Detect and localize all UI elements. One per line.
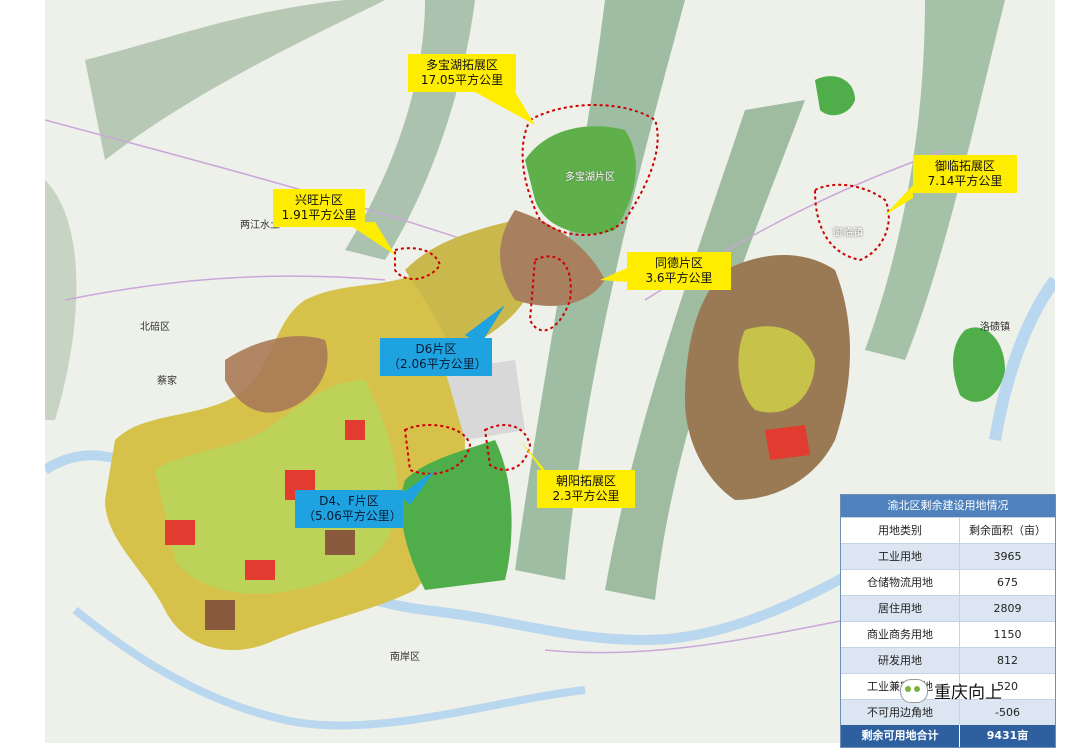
table-row: 商业商务用地 1150: [841, 621, 1055, 647]
table-cell-area: 812: [997, 654, 1018, 667]
table-cell-category: 工业用地: [841, 544, 960, 569]
callout-chaoyang: 朝阳拓展区 2.3平方公里: [537, 470, 635, 508]
callout-yulin-area: 7.14平方公里: [927, 174, 1003, 188]
callout-tongde-area: 3.6平方公里: [645, 271, 713, 285]
callout-chaoyang-name: 朝阳拓展区: [555, 474, 616, 488]
callout-tongde-name: 同德片区: [654, 256, 703, 270]
table-cell-category: 居住用地: [841, 596, 960, 621]
callout-xingwang: 兴旺片区 1.91平方公里: [273, 189, 365, 227]
land-use-table: 渝北区剩余建设用地情况 用地类别 剩余面积（亩） 工业用地 3965 仓储物流用…: [840, 494, 1056, 748]
urban-block-red: [765, 425, 810, 460]
callout-tongde: 同德片区 3.6平方公里: [627, 252, 731, 290]
table-total-label: 剩余可用地合计: [841, 725, 960, 747]
table-row: 研发用地 812: [841, 647, 1055, 673]
place-label-caijia: 蔡家: [157, 376, 177, 387]
callout-chaoyang-area: 2.3平方公里: [552, 489, 620, 503]
callout-duobaohu-name: 多宝湖拓展区: [425, 58, 498, 72]
table-total-value: 9431亩: [986, 729, 1029, 742]
table-cell-area: 675: [997, 576, 1018, 589]
callout-xingwang-area: 1.91平方公里: [281, 208, 357, 222]
table-total-row: 剩余可用地合计 9431亩: [841, 725, 1055, 747]
callout-duobaohu-area: 17.05平方公里: [420, 73, 504, 87]
wechat-icon: [900, 678, 928, 703]
callout-d6: D6片区 （2.06平方公里）: [380, 338, 492, 376]
callout-yulin: 御临拓展区 7.14平方公里: [913, 155, 1017, 193]
watermark-text: 重庆向上: [934, 683, 1002, 703]
place-label-duobaohu: 多宝湖片区: [565, 172, 615, 183]
table-cell-category: 仓储物流用地: [841, 570, 960, 595]
callout-d4f: D4、F片区 （5.06平方公里）: [295, 490, 403, 528]
table-header-row: 用地类别 剩余面积（亩）: [841, 517, 1055, 543]
place-label-yulin: 御临镇: [833, 228, 863, 239]
watermark: 重庆向上: [900, 678, 1002, 703]
place-label-beibei: 北碚区: [140, 322, 170, 333]
table-row: 工业用地 3965: [841, 543, 1055, 569]
callout-d4f-area: （5.06平方公里）: [303, 509, 402, 523]
table-row: 居住用地 2809: [841, 595, 1055, 621]
callout-d6-area: （2.06平方公里）: [388, 357, 487, 371]
callout-d6-name: D6片区: [415, 342, 457, 356]
callout-d4f-name: D4、F片区: [319, 494, 379, 508]
table-cell-category: 研发用地: [841, 648, 960, 673]
callout-xingwang-name: 兴旺片区: [294, 193, 343, 207]
table-cell-area: 1150: [993, 628, 1022, 641]
table-cell-area: 2809: [993, 602, 1022, 615]
callout-duobaohu: 多宝湖拓展区 17.05平方公里: [408, 54, 516, 92]
table-cell-area: -506: [995, 706, 1020, 719]
place-label-nanan: 南岸区: [390, 652, 420, 663]
table-cell-category: 商业商务用地: [841, 622, 960, 647]
table-title: 渝北区剩余建设用地情况: [841, 495, 1055, 517]
place-label-luoqi: 洛碛镇: [980, 322, 1010, 333]
callout-yulin-name: 御临拓展区: [934, 159, 995, 173]
table-cell-category: 不可用边角地: [841, 700, 960, 725]
table-row: 仓储物流用地 675: [841, 569, 1055, 595]
table-cell-area: 3965: [993, 550, 1022, 563]
table-header-area: 剩余面积（亩）: [969, 524, 1046, 537]
table-header-category: 用地类别: [841, 518, 960, 543]
